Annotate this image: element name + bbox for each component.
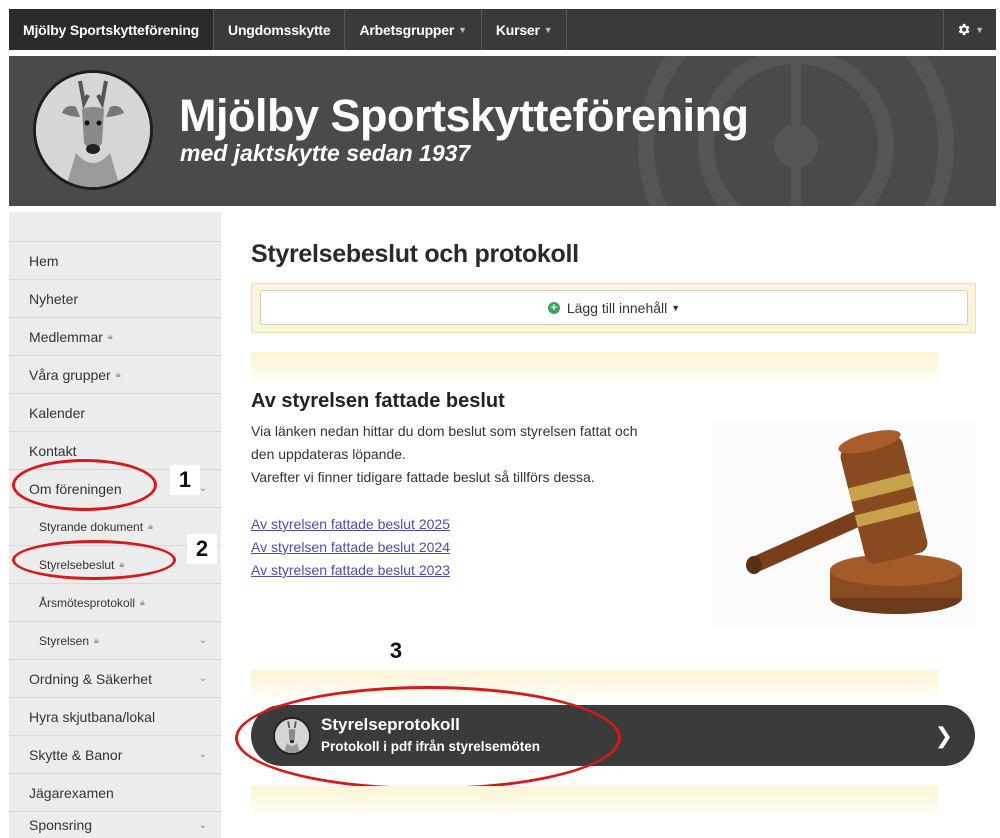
annotation-number-1: 1 — [170, 465, 200, 495]
add-content-label: Lägg till innehåll — [566, 299, 668, 316]
sidebar-item-label: Kalender — [29, 404, 86, 421]
section-text-line: Varefter vi finner tidigare fattade besl… — [251, 469, 595, 485]
link-beslut-2024[interactable]: Av styrelsen fattade beslut 2024 — [251, 539, 450, 555]
site-title: Mjölby Sportskytteförening — [179, 90, 749, 141]
annotation-number-3: 3 — [381, 636, 411, 666]
chevron-down-icon[interactable]: ⌄ — [199, 749, 207, 760]
sidebar-item-vara-grupper[interactable]: Våra grupper 🔒︎ — [9, 355, 221, 393]
nav-kurser-dropdown[interactable]: Kurser ▼ — [482, 9, 568, 50]
sidebar-item-label: Hem — [29, 252, 59, 269]
deer-logo-icon — [36, 73, 150, 187]
chevron-down-icon[interactable]: ⌄ — [199, 673, 207, 684]
link-beslut-2023[interactable]: Av styrelsen fattade beslut 2023 — [251, 562, 450, 578]
sidebar-item-label: Styrelsebeslut — [39, 557, 115, 572]
lock-icon: 🔒︎ — [119, 559, 125, 569]
nav-kurser-label: Kurser — [495, 21, 540, 38]
nav-arbetsgrupper-label: Arbetsgrupper — [359, 21, 455, 38]
sidebar-item-label: Ordning & Säkerhet — [29, 670, 152, 687]
caret-down-icon: ▼ — [671, 302, 681, 313]
sidebar-item-kontakt[interactable]: Kontakt — [9, 431, 221, 469]
chevron-down-icon[interactable]: ⌄ — [199, 820, 207, 831]
sidebar-item-label: Skytte & Banor — [29, 746, 123, 763]
sidebar-item-label: Våra grupper — [29, 366, 111, 383]
divider-band — [251, 352, 939, 382]
sidebar-item-label: Sponsring — [29, 817, 93, 833]
sidebar-item-arsmotesprotokoll[interactable]: Årsmötesprotokoll 🔒︎ — [9, 583, 221, 621]
sidebar-item-hem[interactable]: Hem — [9, 241, 221, 279]
sidebar-item-ordning-sakerhet[interactable]: Ordning & Säkerhet ⌄ — [9, 659, 221, 697]
add-content-panel: + Lägg till innehåll ▼ — [251, 283, 976, 333]
sidebar-item-kalender[interactable]: Kalender — [9, 393, 221, 431]
plus-circle-icon: + — [547, 301, 560, 314]
sidebar-item-skytte-banor[interactable]: Skytte & Banor ⌄ — [9, 735, 221, 773]
gear-icon — [959, 23, 970, 36]
deer-logo-icon — [275, 719, 309, 753]
settings-dropdown[interactable]: ▼ — [943, 9, 996, 50]
link-beslut-2025[interactable]: Av styrelsen fattade beslut 2025 — [251, 516, 450, 532]
sidebar-item-label: Jägarexamen — [29, 784, 114, 801]
caret-down-icon: ▼ — [975, 24, 984, 35]
nav-ungdomsskytte-label: Ungdomsskytte — [228, 21, 331, 38]
sidebar-item-styrelsen[interactable]: Styrelsen 🔒︎ ⌄ — [9, 621, 221, 659]
chevron-down-icon[interactable]: ⌄ — [199, 635, 207, 646]
sidebar-item-hyra-skjutbana[interactable]: Hyra skjutbana/lokal — [9, 697, 221, 735]
lock-icon: 🔒︎ — [115, 369, 121, 379]
nav-home-link[interactable]: Mjölby Sportskytteförening — [9, 9, 215, 50]
sidebar-item-medlemmar[interactable]: Medlemmar 🔒︎ — [9, 317, 221, 355]
sidebar-item-label: Nyheter — [29, 290, 79, 307]
styrelseprotokoll-link[interactable]: Styrelseprotokoll Protokoll i pdf ifrån … — [251, 705, 975, 766]
lock-icon: 🔒︎ — [107, 331, 113, 341]
club-avatar — [273, 717, 311, 755]
nav-arbetsgrupper-dropdown[interactable]: Arbetsgrupper ▼ — [345, 9, 482, 50]
chevron-right-icon: ❯ — [934, 723, 953, 748]
caret-down-icon: ▼ — [543, 24, 553, 35]
gavel-image — [712, 420, 976, 625]
site-banner: Mjölby Sportskytteförening med jaktskytt… — [9, 56, 996, 206]
sidebar: Hem Nyheter Medlemmar 🔒︎ Våra grupper 🔒︎ K… — [9, 212, 221, 838]
sidebar-item-label: Årsmötesprotokoll — [39, 595, 136, 610]
lock-icon: 🔒︎ — [148, 521, 153, 531]
sidebar-item-label: Om föreningen — [29, 480, 122, 497]
divider-band — [251, 670, 939, 698]
sidebar-item-label: Styrelsen — [39, 633, 90, 648]
sidebar-item-sponsring[interactable]: Sponsring ⌄ — [9, 811, 221, 838]
sidebar-item-nyheter[interactable]: Nyheter — [9, 279, 221, 317]
caret-down-icon: ▼ — [458, 24, 467, 35]
section-text-line: Via länken nedan hittar du dom beslut so… — [251, 423, 638, 439]
section-text-line: den uppdateras löpande. — [251, 446, 406, 462]
top-navbar: Mjölby Sportskytteförening Ungdomsskytte… — [9, 9, 996, 50]
nav-ungdomsskytte[interactable]: Ungdomsskytte — [214, 9, 346, 50]
sidebar-item-jagarexamen[interactable]: Jägarexamen — [9, 773, 221, 811]
annotation-number-2: 2 — [187, 534, 217, 564]
sidebar-item-label: Styrande dokument — [39, 519, 144, 534]
page-title: Styrelsebeslut och protokoll — [251, 240, 579, 268]
lock-icon: 🔒︎ — [94, 635, 99, 645]
sidebar-item-label: Medlemmar — [29, 328, 103, 345]
sidebar-item-label: Hyra skjutbana/lokal — [29, 708, 156, 725]
protocol-subtitle: Protokoll i pdf ifrån styrelsemöten — [321, 739, 541, 754]
section-title: Av styrelsen fattade beslut — [251, 390, 505, 412]
add-content-button[interactable]: + Lägg till innehåll ▼ — [260, 290, 968, 325]
divider-band — [251, 786, 939, 816]
lock-icon: 🔒︎ — [140, 597, 145, 607]
nav-home-label: Mjölby Sportskytteförening — [23, 21, 200, 38]
club-logo[interactable] — [33, 70, 153, 190]
site-subtitle: med jaktskytte sedan 1937 — [180, 140, 471, 166]
protocol-title: Styrelseprotokoll — [321, 715, 460, 734]
sidebar-item-label: Kontakt — [29, 442, 77, 459]
